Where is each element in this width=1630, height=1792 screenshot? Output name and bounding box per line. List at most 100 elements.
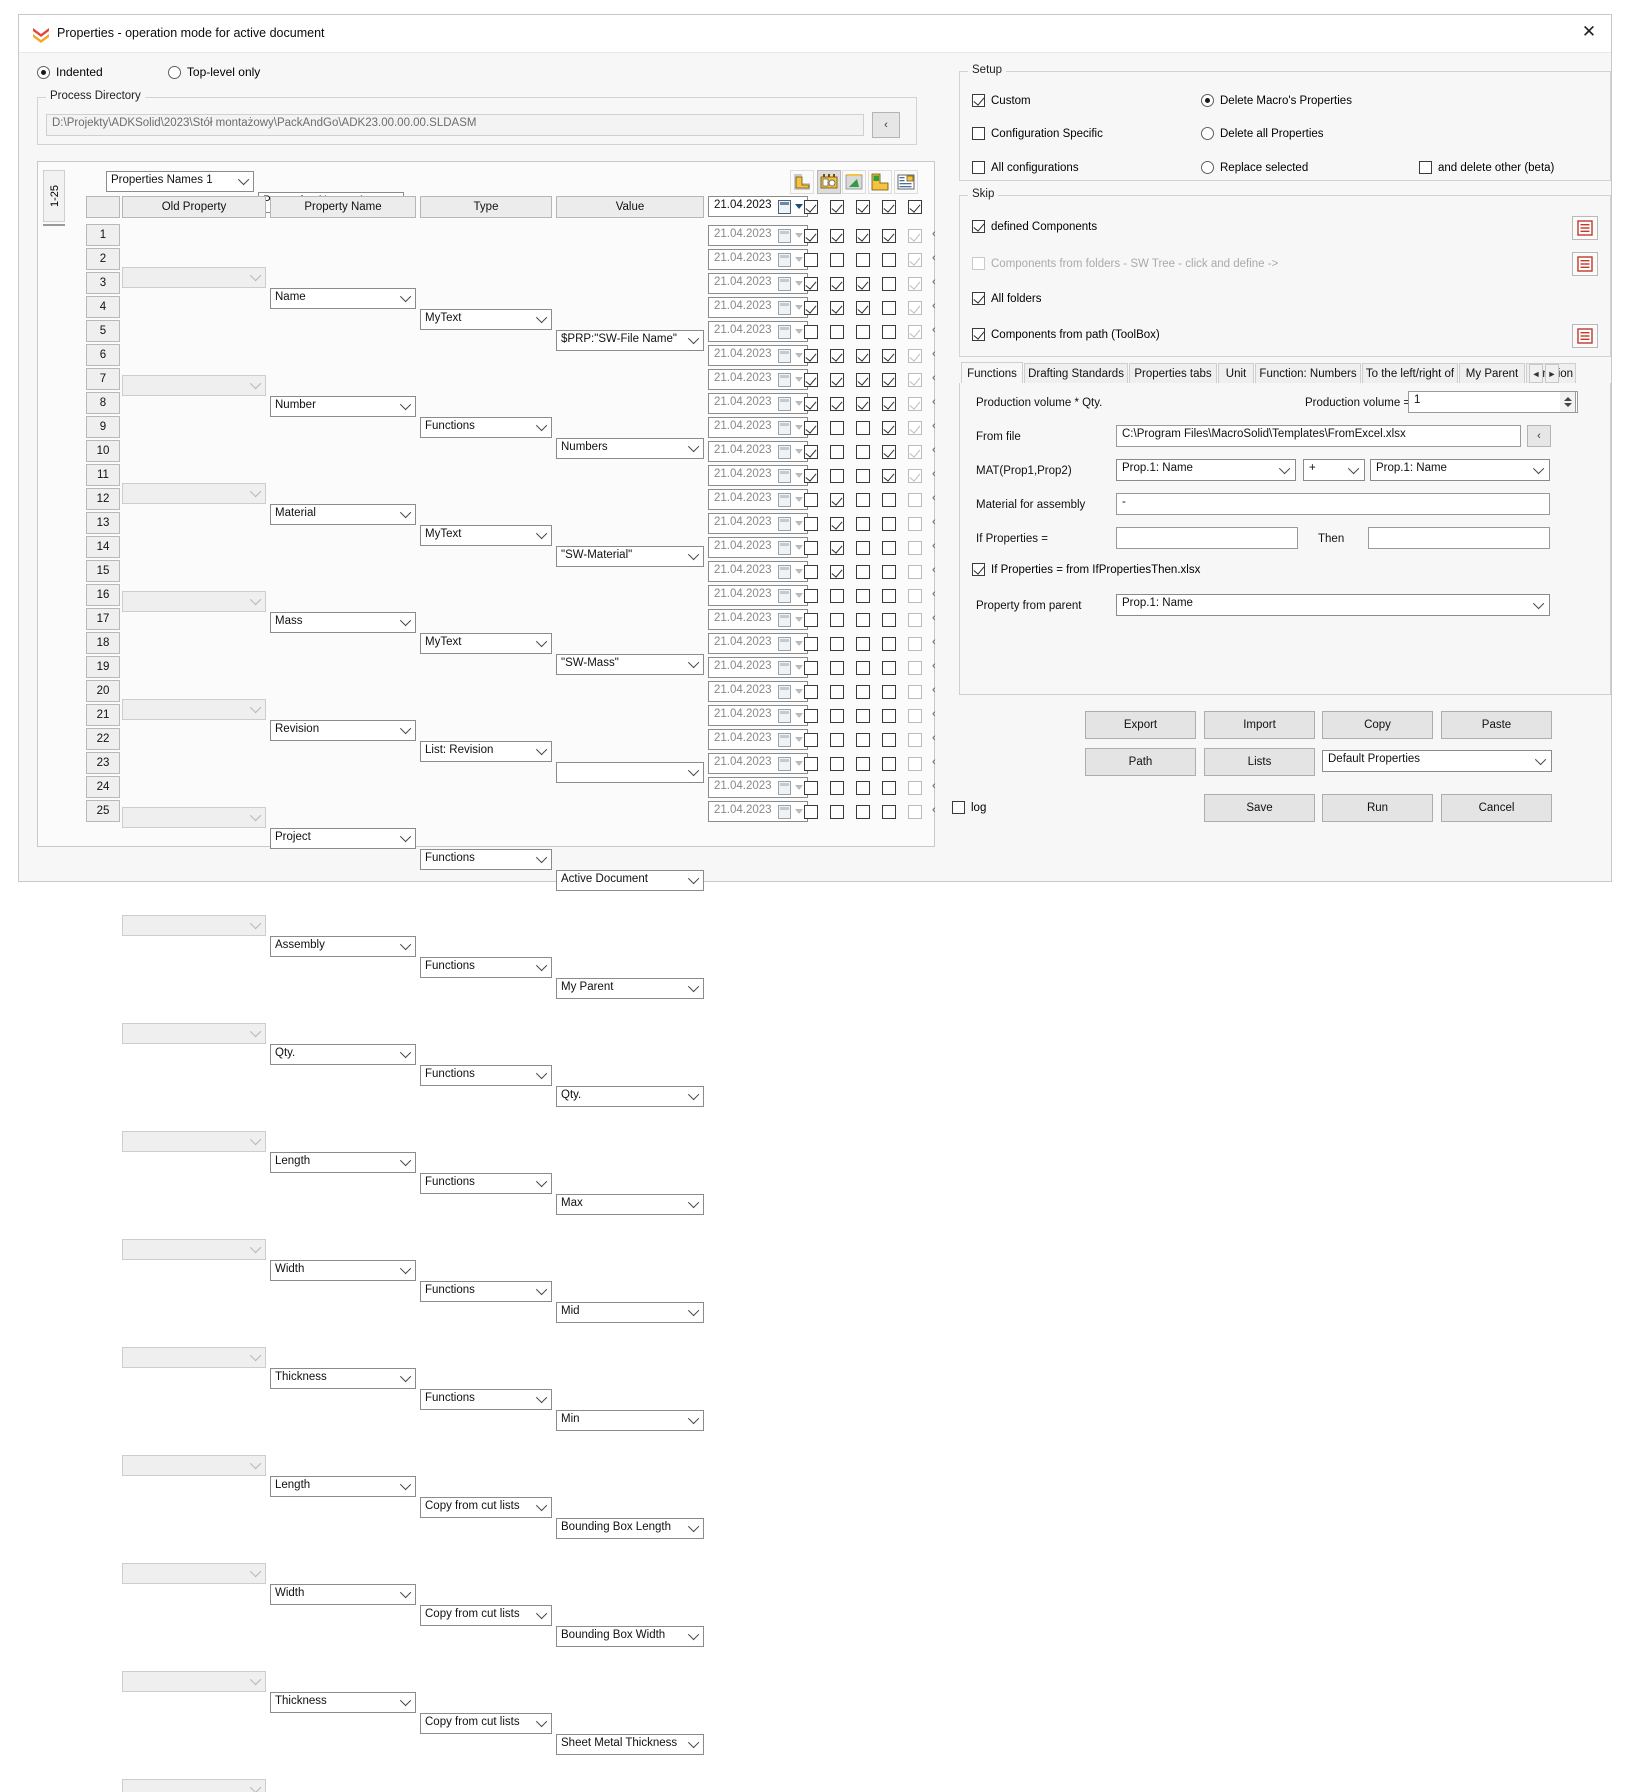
- mat-prop2-combo[interactable]: Prop.1: Name: [1370, 459, 1550, 481]
- cell-type[interactable]: Functions: [420, 417, 552, 438]
- cell-check-1[interactable]: [804, 613, 818, 627]
- cell-check-3[interactable]: [856, 541, 870, 555]
- cell-type[interactable]: MyText: [420, 633, 552, 654]
- cell-check-3[interactable]: [856, 493, 870, 507]
- row-expand-button[interactable]: ‹: [932, 468, 936, 480]
- cell-check-2[interactable]: [830, 277, 844, 291]
- cell-check-3[interactable]: [856, 445, 870, 459]
- cell-check-3[interactable]: [856, 517, 870, 531]
- process-directory-path[interactable]: D:\Projekty\ADKSolid\2023\Stół montażowy…: [46, 114, 864, 136]
- row-expand-button[interactable]: ‹: [932, 684, 936, 696]
- cell-check-3[interactable]: [856, 661, 870, 675]
- cell-check-1[interactable]: [804, 637, 818, 651]
- cell-date[interactable]: 21.04.2023: [708, 393, 808, 414]
- row-expand-button[interactable]: ‹: [932, 780, 936, 792]
- cancel-button[interactable]: Cancel: [1441, 794, 1552, 822]
- cell-value[interactable]: Mid: [556, 1302, 704, 1323]
- cell-old-property[interactable]: [122, 591, 266, 612]
- header-property-name[interactable]: Property Name: [270, 196, 416, 218]
- cell-old-property[interactable]: [122, 1239, 266, 1260]
- row-expand-button[interactable]: ‹: [932, 372, 936, 384]
- cell-check-2[interactable]: [830, 349, 844, 363]
- cell-check-1[interactable]: [804, 397, 818, 411]
- mat-prop1-combo[interactable]: Prop.1: Name: [1116, 459, 1296, 481]
- row-expand-button[interactable]: ‹: [932, 588, 936, 600]
- cell-value[interactable]: Sheet Metal Thickness: [556, 1734, 704, 1755]
- cell-property-name[interactable]: Thickness: [270, 1368, 416, 1389]
- cell-check-2[interactable]: [830, 397, 844, 411]
- part-icon[interactable]: [790, 170, 814, 194]
- cell-old-property[interactable]: [122, 1779, 266, 1792]
- cell-check-2[interactable]: [830, 445, 844, 459]
- profile-combo[interactable]: Default Properties: [1322, 750, 1552, 772]
- path-button[interactable]: Path: [1085, 748, 1196, 776]
- cell-check-3[interactable]: [856, 253, 870, 267]
- setup-check-all-configurations[interactable]: All configurations: [972, 161, 1079, 174]
- cell-check-4[interactable]: [882, 421, 896, 435]
- cell-type[interactable]: Functions: [420, 1281, 552, 1302]
- cell-date[interactable]: 21.04.2023: [708, 633, 808, 654]
- cell-check-3[interactable]: [856, 565, 870, 579]
- page-tab-1-25[interactable]: 1-25: [43, 170, 65, 222]
- cell-check-2[interactable]: [830, 421, 844, 435]
- cell-date[interactable]: 21.04.2023: [708, 513, 808, 534]
- cell-property-name[interactable]: Length: [270, 1152, 416, 1173]
- header-check-5[interactable]: [908, 200, 922, 214]
- cell-check-3[interactable]: [856, 373, 870, 387]
- cell-property-name[interactable]: Name: [270, 288, 416, 309]
- cell-value[interactable]: Bounding Box Length: [556, 1518, 704, 1539]
- cell-date[interactable]: 21.04.2023: [708, 729, 808, 750]
- lists-button[interactable]: Lists: [1204, 748, 1315, 776]
- header-check-1[interactable]: [804, 200, 818, 214]
- assembly-icon[interactable]: [817, 170, 841, 194]
- cell-check-2[interactable]: [830, 685, 844, 699]
- cell-check-4[interactable]: [882, 541, 896, 555]
- cell-check-3[interactable]: [856, 613, 870, 627]
- cell-check-1[interactable]: [804, 349, 818, 363]
- cell-property-name[interactable]: Qty.: [270, 1044, 416, 1065]
- cell-check-3[interactable]: [856, 469, 870, 483]
- cell-old-property[interactable]: [122, 375, 266, 396]
- cell-check-2[interactable]: [830, 805, 844, 819]
- row-expand-button[interactable]: ‹: [932, 516, 936, 528]
- cell-date[interactable]: 21.04.2023: [708, 705, 808, 726]
- production-volume-stepper[interactable]: [1560, 391, 1576, 413]
- cell-check-4[interactable]: [882, 229, 896, 243]
- cell-value[interactable]: My Parent: [556, 978, 704, 999]
- cell-property-name[interactable]: Material: [270, 504, 416, 525]
- row-expand-button[interactable]: ‹: [932, 420, 936, 432]
- mat-operator-combo[interactable]: +: [1303, 459, 1365, 481]
- cell-check-1[interactable]: [804, 805, 818, 819]
- cell-check-2[interactable]: [830, 733, 844, 747]
- cell-check-3[interactable]: [856, 349, 870, 363]
- cell-check-4[interactable]: [882, 613, 896, 627]
- row-expand-button[interactable]: ‹: [932, 324, 936, 336]
- row-expand-button[interactable]: ‹: [932, 612, 936, 624]
- cell-property-name[interactable]: Width: [270, 1260, 416, 1281]
- cell-date[interactable]: 21.04.2023: [708, 297, 808, 318]
- cell-check-3[interactable]: [856, 421, 870, 435]
- setup-radio-delete-all-properties[interactable]: Delete all Properties: [1201, 127, 1324, 140]
- cell-date[interactable]: 21.04.2023: [708, 417, 808, 438]
- row-expand-button[interactable]: ‹: [932, 228, 936, 240]
- run-button[interactable]: Run: [1322, 794, 1433, 822]
- cell-check-3[interactable]: [856, 685, 870, 699]
- row-expand-button[interactable]: ‹: [932, 444, 936, 456]
- tab-scroll-left-button[interactable]: ◄: [1529, 364, 1543, 383]
- cell-old-property[interactable]: [122, 267, 266, 288]
- skip-check-defined-components[interactable]: defined Components: [972, 220, 1097, 233]
- cell-check-4[interactable]: [882, 805, 896, 819]
- cell-check-4[interactable]: [882, 781, 896, 795]
- row-expand-button[interactable]: ‹: [932, 300, 936, 312]
- cell-old-property[interactable]: [122, 1563, 266, 1584]
- cell-check-4[interactable]: [882, 565, 896, 579]
- cell-value[interactable]: "SW-Mass": [556, 654, 704, 675]
- cell-check-1[interactable]: [804, 565, 818, 579]
- cell-date[interactable]: 21.04.2023: [708, 321, 808, 342]
- setup-radio-delete-macros-properties[interactable]: Delete Macro's Properties: [1201, 94, 1352, 107]
- cell-check-1[interactable]: [804, 733, 818, 747]
- cell-value[interactable]: "SW-Material": [556, 546, 704, 567]
- cell-check-4[interactable]: [882, 373, 896, 387]
- cell-date[interactable]: 21.04.2023: [708, 657, 808, 678]
- cell-check-3[interactable]: [856, 757, 870, 771]
